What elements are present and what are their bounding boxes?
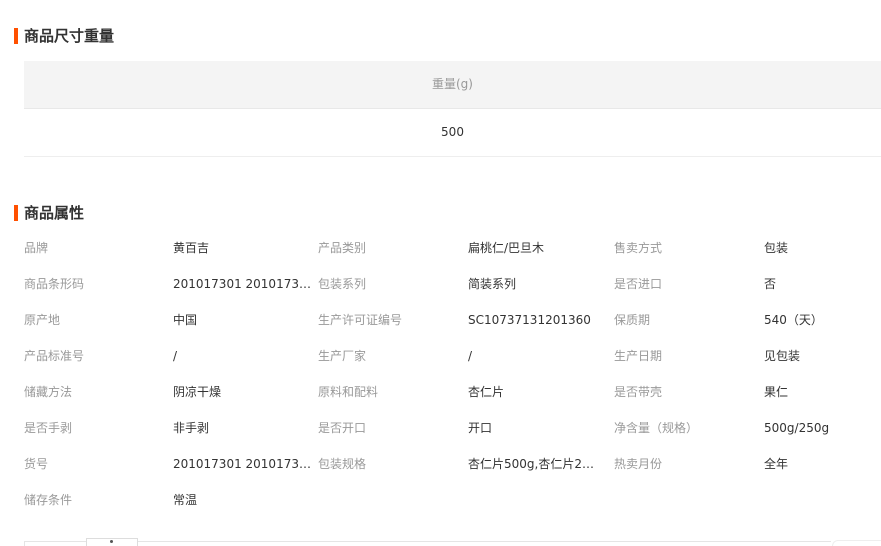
- attribute-row: 品牌 黄百吉 产品类别 扁桃仁/巴旦木 售卖方式 包装: [24, 230, 881, 266]
- tab-partial-right[interactable]: [832, 540, 881, 546]
- attribute-label: 储存条件: [24, 493, 73, 507]
- attribute-value: SC10737131201360: [468, 313, 591, 327]
- attribute-value: 540（天）: [764, 313, 823, 327]
- attribute-row: 是否手剥 非手剥 是否开口 开口 净含量（规格） 500g/250g: [24, 410, 881, 446]
- attribute-label: 产品标准号: [24, 349, 85, 363]
- attribute-label: 货号: [24, 457, 49, 471]
- attribute-value: 否: [764, 277, 777, 291]
- attribute-value: 非手剥: [173, 421, 210, 435]
- attribute-row: 储藏方法 阴凉干燥 原料和配料 杏仁片 是否带壳 果仁: [24, 374, 881, 410]
- attribute-value: 简装系列: [468, 277, 517, 291]
- attribute-row: 货号 201017301 201017302 包装规格 杏仁片500g,杏仁片25..…: [24, 446, 881, 482]
- attribute-row: 商品条形码 201017301 201017302 包装系列 简装系列 是否进口 否: [24, 266, 881, 302]
- attribute-label: 售卖方式: [614, 241, 663, 255]
- attribute-label: 生产许可证编号: [318, 313, 403, 327]
- attribute-value: 杏仁片500g,杏仁片25...: [468, 457, 598, 471]
- attribute-value: /: [468, 349, 473, 363]
- attribute-label: 原产地: [24, 313, 61, 327]
- attribute-label: 品牌: [24, 241, 49, 255]
- attribute-row: 原产地 中国 生产许可证编号 SC10737131201360 保质期 540（天）: [24, 302, 881, 338]
- attribute-value: 开口: [468, 421, 493, 435]
- attribute-value: 阴凉干燥: [173, 385, 222, 399]
- bottom-tab-bar: [24, 538, 881, 546]
- attribute-value: 全年: [764, 457, 789, 471]
- attribute-label: 商品条形码: [24, 277, 85, 291]
- attribute-value: 中国: [173, 313, 198, 327]
- attributes-section-title: 商品属性: [14, 205, 84, 221]
- attribute-value: 201017301 201017302: [173, 457, 313, 471]
- attribute-row: 产品标准号 / 生产厂家 / 生产日期 见包装: [24, 338, 881, 374]
- attribute-label: 生产日期: [614, 349, 663, 363]
- attribute-label: 热卖月份: [614, 457, 663, 471]
- attribute-label: 是否进口: [614, 277, 663, 291]
- attribute-label: 保质期: [614, 313, 651, 327]
- attribute-label: 是否带壳: [614, 385, 663, 399]
- attribute-label: 是否手剥: [24, 421, 73, 435]
- attribute-label: 包装系列: [318, 277, 367, 291]
- attribute-value: 杏仁片: [468, 385, 505, 399]
- attribute-label: 是否开口: [318, 421, 367, 435]
- attribute-value: 扁桃仁/巴旦木: [468, 241, 545, 255]
- tab-bar-divider: [138, 541, 831, 542]
- attribute-value: 常温: [173, 493, 198, 507]
- attribute-label: 生产厂家: [318, 349, 367, 363]
- attribute-label: 净含量（规格）: [614, 421, 699, 435]
- size-weight-table: 重量(g) 500: [24, 61, 881, 157]
- attribute-row: 储存条件 常温: [24, 482, 881, 518]
- attribute-value: 见包装: [764, 349, 801, 363]
- tab-dot-icon: [110, 540, 113, 543]
- attribute-value: 包装: [764, 241, 789, 255]
- attribute-value: 黄百吉: [173, 241, 210, 255]
- attribute-value: /: [173, 349, 178, 363]
- weight-column-header: 重量(g): [24, 61, 881, 109]
- weight-value-cell: 500: [24, 109, 881, 157]
- attribute-label: 原料和配料: [318, 385, 379, 399]
- attributes-grid: 品牌 黄百吉 产品类别 扁桃仁/巴旦木 售卖方式 包装商品条形码 201017301 201…: [24, 230, 881, 518]
- attribute-label: 储藏方法: [24, 385, 73, 399]
- tab-partial-1[interactable]: [24, 541, 88, 546]
- attribute-value: 果仁: [764, 385, 789, 399]
- attribute-label: 产品类别: [318, 241, 367, 255]
- size-weight-section-title: 商品尺寸重量: [14, 28, 114, 44]
- attribute-label: 包装规格: [318, 457, 367, 471]
- attribute-value: 500g/250g: [764, 421, 830, 435]
- attribute-value: 201017301 201017302: [173, 277, 313, 291]
